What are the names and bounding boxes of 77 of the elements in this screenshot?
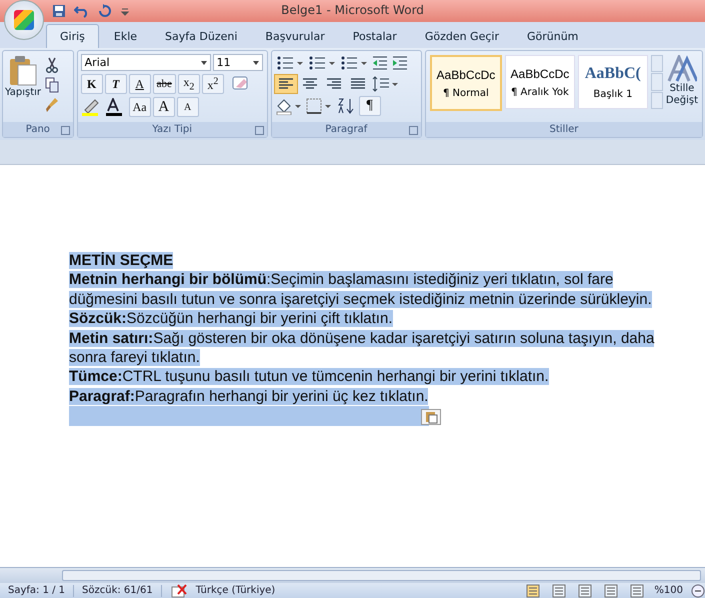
- redo-icon[interactable]: [98, 4, 112, 18]
- ribbon-tab[interactable]: Postalar: [340, 25, 410, 48]
- format-button[interactable]: A: [128, 74, 151, 94]
- dialog-launcher-icon[interactable]: [408, 126, 418, 135]
- horizontal-scroll-bar[interactable]: [0, 567, 705, 583]
- document-paragraph: Metin satırı:Sağı gösteren bir oka dönüşene kadar işaretçiyi satırın soluna taşıyın, daha sonra fareyi tıklatın.: [69, 328, 656, 368]
- dialog-launcher-icon[interactable]: [60, 126, 70, 135]
- view-icon[interactable]: [524, 584, 542, 598]
- group-label: Pano: [26, 124, 50, 135]
- ribbon-tab[interactable]: Gözden Geçir: [412, 25, 512, 48]
- font-size-button[interactable]: A: [176, 97, 199, 117]
- style-preview: AaBbC(: [584, 64, 641, 82]
- font-name-field[interactable]: Arial: [80, 54, 211, 71]
- style-preview: AaBbCcDc: [436, 68, 496, 82]
- font-size-button[interactable]: Aa: [128, 97, 151, 117]
- style-name: ¶ Aralık Yok: [510, 86, 569, 98]
- list-icon[interactable]: [338, 54, 369, 72]
- view-icon[interactable]: [602, 584, 620, 598]
- ribbon-tab[interactable]: Giriş: [46, 24, 99, 48]
- format-button[interactable]: x$^{2}$: [202, 74, 224, 94]
- document-paragraph: Paragraf:Paragrafın herhangi bir yerini üç kez tıklatın.: [69, 386, 430, 406]
- styles-icon: [666, 55, 697, 83]
- view-icon[interactable]: [628, 584, 646, 598]
- font-size-button[interactable]: A: [152, 97, 175, 117]
- document-paragraph: Sözcük:Sözcüğün herhangi bir yerini çift tıklatın.: [69, 309, 394, 329]
- increase-indent-icon[interactable]: [390, 54, 409, 72]
- gallery-scroll-bar[interactable]: [650, 55, 663, 109]
- style-item[interactable]: AaBbCcDc ¶ Aralık Yok: [504, 55, 575, 109]
- group-label: Yazı Tipi: [152, 124, 192, 135]
- ribbon-tab[interactable]: Sayfa Düzeni: [152, 25, 250, 48]
- line-spacing-icon[interactable]: [370, 75, 399, 93]
- zoom-level[interactable]: %100: [654, 585, 683, 596]
- save-icon[interactable]: [52, 4, 66, 18]
- font-size-field[interactable]: 11: [212, 54, 263, 71]
- window-title: Belge1 - Microsoft Word: [281, 3, 424, 17]
- language-status[interactable]: Türkçe (Türkiye): [196, 585, 276, 596]
- show-marks-button[interactable]: ¶: [358, 96, 381, 116]
- group-label: Stiller: [550, 124, 578, 135]
- style-item[interactable]: AaBbC( Başlık 1: [578, 55, 648, 109]
- shading-icon[interactable]: [274, 97, 303, 115]
- format-button[interactable]: T: [104, 74, 127, 94]
- ribbon-tab[interactable]: Başvurular: [252, 25, 338, 48]
- format-button[interactable]: abe: [152, 74, 176, 94]
- undo-icon[interactable]: [74, 4, 90, 18]
- ribbon-tab[interactable]: Görünüm: [514, 25, 592, 48]
- ribbon-tab[interactable]: Ekle: [100, 25, 150, 48]
- style-item[interactable]: AaBbCcDc ¶ Normal: [430, 55, 502, 111]
- align-icon[interactable]: [274, 75, 297, 93]
- copy-icon[interactable]: [45, 77, 60, 93]
- style-name: Başlık 1: [593, 88, 632, 100]
- decrease-indent-icon[interactable]: [370, 54, 389, 72]
- office-button[interactable]: [4, 0, 44, 40]
- view-icon[interactable]: [550, 584, 568, 598]
- group-label: Paragraf: [325, 124, 368, 135]
- customize-toolbar-icon[interactable]: [120, 6, 130, 16]
- format-button[interactable]: K: [80, 74, 103, 94]
- dialog-launcher-icon[interactable]: [254, 126, 264, 135]
- page-count[interactable]: Sayfa: 1 / 1: [8, 585, 66, 596]
- cut-icon[interactable]: [45, 57, 60, 73]
- paste-button[interactable]: Yapıştır: [5, 55, 42, 118]
- style-preview: AaBbCcDc: [510, 66, 570, 80]
- document-heading: METİN SEÇME: [69, 252, 174, 269]
- document-paragraph: Metnin herhangi bir bölümü:Seçimin başlamasını istediğiniz yeri tıklatın, sol fare düğmesini basılı tutun ve sonra işaretçiyi seçmek istediğiniz metnin üzerinde sürükleyin.: [69, 270, 653, 310]
- brush-icon[interactable]: [45, 97, 60, 113]
- format-button[interactable]: x$_{2}$: [178, 74, 200, 94]
- word-count[interactable]: Sözcük: 61/61: [82, 585, 153, 596]
- view-icon[interactable]: [576, 584, 594, 598]
- change-styles-button[interactable]: Stille Değişt: [666, 55, 698, 107]
- clipboard-icon: [8, 55, 38, 87]
- proofing-icon[interactable]: [170, 584, 188, 598]
- borders-icon[interactable]: [304, 97, 333, 115]
- paste-options-icon[interactable]: [421, 409, 441, 426]
- list-icon[interactable]: [274, 54, 305, 72]
- zoom-out-icon[interactable]: [691, 584, 705, 598]
- style-name: ¶ Normal: [443, 88, 489, 98]
- list-icon[interactable]: [306, 54, 337, 72]
- document-paragraph: Tümce:CTRL tuşunu basılı tutun ve tümcenin herhangi bir yerini tıklatın.: [69, 367, 550, 387]
